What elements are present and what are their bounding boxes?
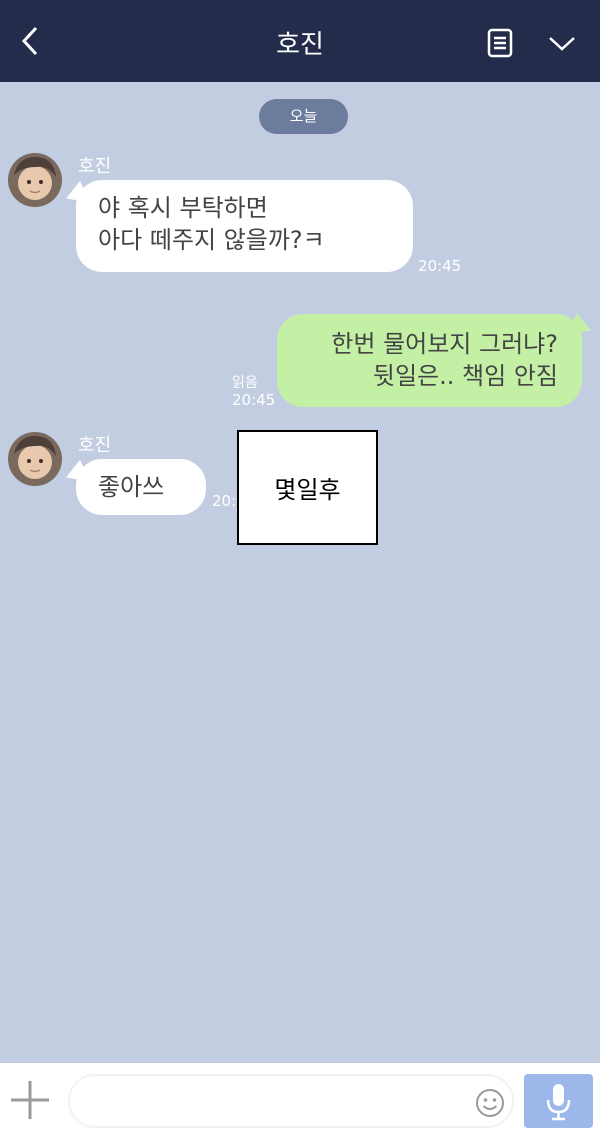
message-line: 좋아쓰: [98, 473, 165, 501]
plus-icon[interactable]: [8, 1078, 52, 1122]
message-line: 뒷일은.. 책임 안짐: [372, 362, 558, 390]
date-divider: 오늘: [259, 99, 348, 134]
message-time: 20:: [212, 492, 237, 510]
message-line: 야 혹시 부탁하면: [98, 194, 268, 222]
emoji-icon[interactable]: [474, 1087, 506, 1119]
notes-icon[interactable]: [486, 28, 514, 58]
message-input-wrapper: [68, 1074, 514, 1128]
avatar[interactable]: [8, 432, 62, 486]
sender-name: 호진: [78, 435, 112, 456]
caption-box: 몇일후: [237, 430, 378, 545]
message-bubble[interactable]: 한번 물어보지 그러냐? 뒷일은.. 책임 안짐: [277, 314, 582, 407]
microphone-button[interactable]: [524, 1074, 593, 1128]
message-line: 한번 물어보지 그러냐?: [331, 330, 558, 358]
message-bubble[interactable]: 좋아쓰: [76, 459, 206, 515]
sender-name: 호진: [78, 156, 112, 177]
microphone-icon: [546, 1084, 571, 1121]
chat-header: 호진: [0, 0, 600, 82]
message-time: 20:45: [418, 257, 462, 275]
message-time: 20:45: [232, 391, 276, 409]
message-input[interactable]: [89, 1083, 473, 1121]
message-bubble[interactable]: 야 혹시 부탁하면 아다 떼주지 않을까?ㅋ: [76, 180, 413, 272]
avatar[interactable]: [8, 153, 62, 207]
chevron-down-icon[interactable]: [546, 30, 578, 56]
message-line: 아다 떼주지 않을까?ㅋ: [98, 226, 325, 254]
read-receipt: 읽음: [232, 375, 258, 391]
